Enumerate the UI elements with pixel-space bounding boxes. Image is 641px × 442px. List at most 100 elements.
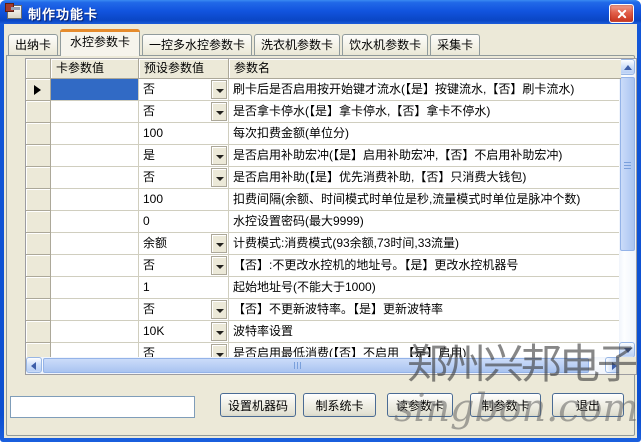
card-value-cell[interactable] <box>51 145 139 167</box>
param-name-cell[interactable]: 是否拿卡停水(【是】拿卡停水,【否】拿卡不停水) <box>229 101 621 123</box>
param-name-cell[interactable]: 计费模式:消费模式(93余额,73时间,33流量) <box>229 233 621 255</box>
column-header-param-name[interactable]: 参数名 <box>229 59 621 79</box>
row-header[interactable] <box>26 189 51 211</box>
preset-value-cell[interactable]: 否 <box>139 255 229 277</box>
card-value-cell[interactable] <box>51 255 139 277</box>
close-button[interactable] <box>609 4 634 23</box>
dropdown-button[interactable] <box>211 146 227 165</box>
tab-cashier-card[interactable]: 出纳卡 <box>8 34 58 56</box>
dropdown-button[interactable] <box>211 168 227 187</box>
scroll-down-button[interactable] <box>619 342 635 358</box>
tab-washer-params[interactable]: 洗衣机参数卡 <box>254 34 340 56</box>
app-window: 制作功能卡 出纳卡水控参数卡一控多水控参数卡洗衣机参数卡饮水机参数卡采集卡 卡参… <box>0 0 641 442</box>
grid-header-row: 卡参数值 预设参数值 参数名 <box>26 59 621 79</box>
window-title: 制作功能卡 <box>28 4 98 23</box>
tab-collector-card[interactable]: 采集卡 <box>430 34 480 56</box>
card-value-cell[interactable] <box>51 167 139 189</box>
preset-value-cell[interactable]: 10K <box>139 321 229 343</box>
preset-value-cell[interactable]: 余额 <box>139 233 229 255</box>
vertical-scrollbar[interactable] <box>619 59 636 358</box>
dropdown-button[interactable] <box>211 102 227 121</box>
table-row: 否是否启用补助(【是】优先消费补助,【否】只消费大钱包) <box>26 167 621 189</box>
tab-strip: 出纳卡水控参数卡一控多水控参数卡洗衣机参数卡饮水机参数卡采集卡 <box>8 28 482 56</box>
row-header[interactable] <box>26 277 51 299</box>
preset-value-cell[interactable]: 1 <box>139 277 229 299</box>
make-param-card-button[interactable]: 制参数卡 <box>470 393 541 417</box>
preset-value-text: 否 <box>143 258 155 272</box>
card-value-cell[interactable] <box>51 211 139 233</box>
row-header[interactable] <box>26 255 51 277</box>
card-value-cell[interactable] <box>51 233 139 255</box>
chevron-down-icon <box>216 89 224 93</box>
vertical-scroll-thumb[interactable] <box>620 77 635 251</box>
row-header[interactable] <box>26 79 51 101</box>
dropdown-button[interactable] <box>211 234 227 253</box>
row-header[interactable] <box>26 123 51 145</box>
param-name-cell[interactable]: 【否】:不更改水控机的地址号。【是】更改水控机器号 <box>229 255 621 277</box>
preset-value-cell[interactable]: 否 <box>139 167 229 189</box>
param-name-cell[interactable]: 起始地址号(不能大于1000) <box>229 277 621 299</box>
preset-value-cell[interactable]: 100 <box>139 189 229 211</box>
preset-value-text: 余额 <box>143 236 167 250</box>
tab-drinking-machine-params[interactable]: 饮水机参数卡 <box>342 34 428 56</box>
titlebar[interactable]: 制作功能卡 <box>0 0 641 24</box>
dropdown-button[interactable] <box>211 322 227 341</box>
param-name-cell[interactable]: 【否】不更新波特率。【是】更新波特率 <box>229 299 621 321</box>
row-header[interactable] <box>26 343 51 358</box>
card-value-cell[interactable] <box>51 189 139 211</box>
row-header[interactable] <box>26 321 51 343</box>
param-name-cell[interactable]: 是否启用最低消费(【否】不启用 【是】启用) <box>229 343 621 358</box>
row-header[interactable] <box>26 145 51 167</box>
card-value-cell[interactable] <box>51 101 139 123</box>
row-header[interactable] <box>26 233 51 255</box>
column-header-preset-value[interactable]: 预设参数值 <box>139 59 229 79</box>
preset-value-text: 100 <box>143 192 163 206</box>
param-name-cell[interactable]: 是否启用补助(【是】优先消费补助,【否】只消费大钱包) <box>229 167 621 189</box>
row-header[interactable] <box>26 299 51 321</box>
dropdown-button[interactable] <box>211 256 227 275</box>
preset-value-cell[interactable]: 0 <box>139 211 229 233</box>
preset-value-cell[interactable]: 否 <box>139 299 229 321</box>
scroll-up-button[interactable] <box>619 59 635 75</box>
dropdown-button[interactable] <box>211 344 227 358</box>
param-name-cell[interactable]: 扣费间隔(余额、时间模式时单位是秒,流量模式时单位是脉冲个数) <box>229 189 621 211</box>
horizontal-scroll-thumb[interactable] <box>43 358 589 373</box>
dropdown-button[interactable] <box>211 300 227 319</box>
card-value-cell[interactable] <box>51 343 139 358</box>
dropdown-button[interactable] <box>211 80 227 99</box>
param-name-cell[interactable]: 刷卡后是否启用按开始键才流水(【是】按键流水,【否】刷卡流水) <box>229 79 621 101</box>
make-system-card-button[interactable]: 制系统卡 <box>303 393 376 417</box>
preset-value-cell[interactable]: 否 <box>139 79 229 101</box>
preset-value-cell[interactable]: 是 <box>139 145 229 167</box>
scroll-left-button[interactable] <box>26 357 42 373</box>
set-machine-code-button[interactable]: 设置机器码 <box>220 393 296 417</box>
row-header-corner[interactable] <box>26 59 51 79</box>
row-header[interactable] <box>26 211 51 233</box>
param-name-cell[interactable]: 波特率设置 <box>229 321 621 343</box>
read-param-card-button[interactable]: 读参数卡 <box>387 393 453 417</box>
tab-water-control-params[interactable]: 水控参数卡 <box>60 29 140 56</box>
preset-value-cell[interactable]: 否 <box>139 101 229 123</box>
param-name-cell[interactable]: 每次扣费金额(单位分) <box>229 123 621 145</box>
card-value-cell[interactable] <box>51 79 139 101</box>
preset-value-cell[interactable]: 100 <box>139 123 229 145</box>
preset-value-cell[interactable]: 否 <box>139 343 229 358</box>
table-row: 否是否拿卡停水(【是】拿卡停水,【否】拿卡不停水) <box>26 101 621 123</box>
tab-multi-water-control-params[interactable]: 一控多水控参数卡 <box>142 34 252 56</box>
param-name-cell[interactable]: 是否启用补助宏冲(【是】启用补助宏冲,【否】不启用补助宏冲) <box>229 145 621 167</box>
row-header[interactable] <box>26 167 51 189</box>
card-value-cell[interactable] <box>51 123 139 145</box>
horizontal-scrollbar[interactable] <box>26 357 621 374</box>
card-value-cell[interactable] <box>51 321 139 343</box>
chevron-down-icon <box>216 177 224 181</box>
table-row: 0水控设置密码(最大9999) <box>26 211 621 233</box>
card-value-cell[interactable] <box>51 299 139 321</box>
row-header[interactable] <box>26 101 51 123</box>
chevron-down-icon <box>216 243 224 247</box>
current-row-arrow-icon <box>34 85 41 95</box>
card-value-cell[interactable] <box>51 277 139 299</box>
column-header-card-value[interactable]: 卡参数值 <box>51 59 139 79</box>
scrollbar-corner <box>619 357 636 374</box>
param-name-cell[interactable]: 水控设置密码(最大9999) <box>229 211 621 233</box>
exit-button[interactable]: 退出 <box>552 393 624 417</box>
